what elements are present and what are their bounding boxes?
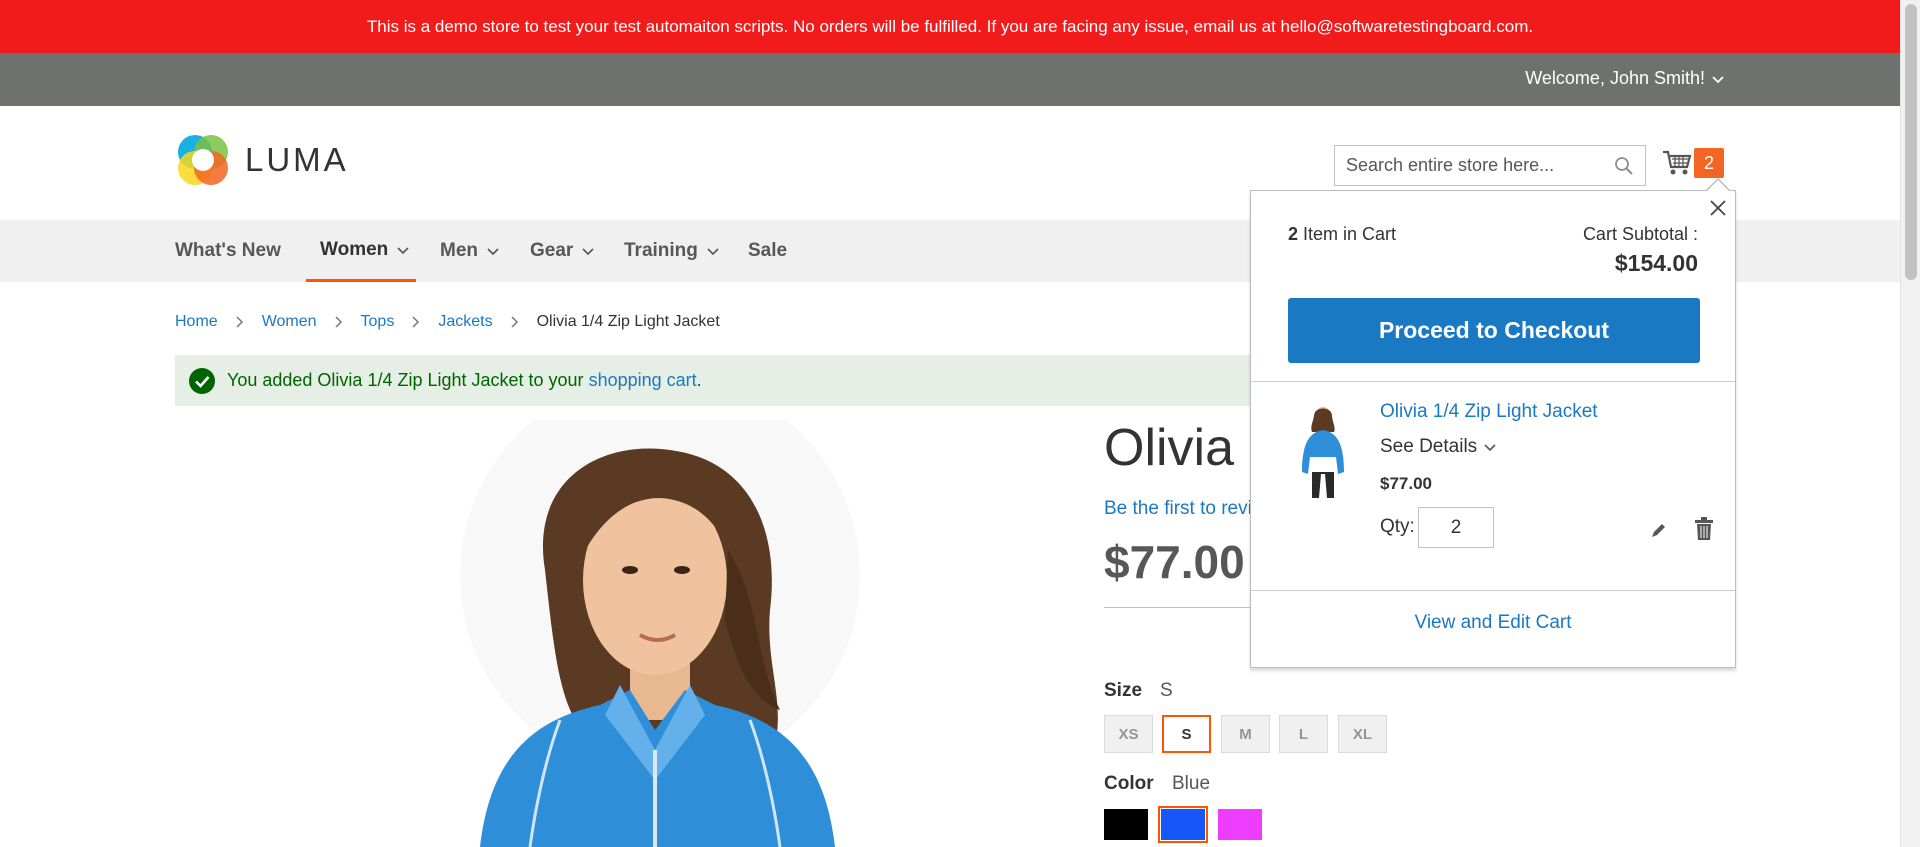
see-details-label: See Details — [1380, 436, 1478, 457]
minicart-count-label: Item in Cart — [1298, 224, 1397, 244]
page-scrollbar[interactable] — [1900, 0, 1920, 847]
review-link[interactable]: Be the first to revi — [1104, 498, 1252, 520]
product-main-image[interactable] — [330, 420, 990, 847]
nav-item-label: Training — [624, 240, 698, 261]
cart-icon[interactable] — [1662, 149, 1692, 177]
chevron-right-icon — [334, 315, 344, 329]
nav-item-men[interactable]: Men — [440, 220, 500, 282]
minicart-pointer-inner — [1707, 180, 1729, 191]
nav-item-women[interactable]: Women — [306, 220, 417, 282]
breadcrumb-women[interactable]: Women — [262, 313, 317, 331]
size-swatch-s[interactable]: S — [1162, 715, 1211, 753]
nav-item-label: Men — [440, 240, 478, 261]
color-label: Color — [1104, 773, 1154, 794]
cart-item-price: $77.00 — [1380, 474, 1432, 493]
color-swatch-blue[interactable] — [1158, 806, 1208, 843]
size-swatch-l[interactable]: L — [1279, 715, 1328, 753]
message-text: You added Olivia 1/4 Zip Light Jacket to… — [227, 370, 702, 391]
pencil-icon[interactable] — [1650, 521, 1668, 539]
top-header-bar: Welcome, John Smith! — [0, 53, 1900, 106]
view-and-edit-cart-link[interactable]: View and Edit Cart — [1251, 612, 1735, 634]
nav-item-label: Gear — [530, 240, 574, 261]
chevron-right-icon — [510, 315, 520, 329]
minicart-item-count: 2 Item in Cart — [1288, 224, 1396, 245]
nav-item-gear[interactable]: Gear — [530, 220, 595, 282]
divider — [1104, 607, 1264, 608]
cart-item-thumbnail[interactable] — [1288, 402, 1358, 502]
color-swatch-purple[interactable] — [1218, 809, 1262, 840]
chevron-down-icon — [397, 246, 409, 254]
color-selected-value: Blue — [1172, 773, 1211, 794]
cart-item-name-link[interactable]: Olivia 1/4 Zip Light Jacket — [1380, 401, 1598, 423]
breadcrumb-home[interactable]: Home — [175, 313, 218, 331]
scrollbar-thumb[interactable] — [1905, 4, 1917, 280]
nav-item-training[interactable]: Training — [624, 220, 720, 282]
success-message: You added Olivia 1/4 Zip Light Jacket to… — [175, 355, 1415, 406]
account-welcome-menu[interactable]: Welcome, John Smith! — [1525, 68, 1725, 89]
breadcrumb-jackets[interactable]: Jackets — [438, 313, 492, 331]
cart-subtotal-label: Cart Subtotal : — [1582, 224, 1698, 244]
chevron-down-icon — [582, 248, 594, 256]
search-box — [1334, 145, 1646, 186]
qty-label: Qty: — [1380, 516, 1415, 537]
welcome-text: Welcome, John Smith! — [1525, 68, 1705, 88]
size-label: Size — [1104, 680, 1143, 701]
search-icon[interactable] — [1614, 156, 1634, 176]
proceed-to-checkout-button[interactable]: Proceed to Checkout — [1288, 298, 1700, 363]
minicart-dropdown: 2 Item in Cart Cart Subtotal : $154.00 P… — [1250, 190, 1736, 668]
chevron-right-icon — [411, 315, 421, 329]
size-swatch-xl[interactable]: XL — [1338, 715, 1387, 753]
product-price: $77.00 — [1104, 536, 1245, 588]
luma-logo[interactable]: LUMA — [175, 132, 349, 188]
demo-store-banner: This is a demo store to test your test a… — [0, 0, 1900, 53]
logo-text: LUMA — [245, 141, 349, 178]
color-swatch-black[interactable] — [1104, 809, 1148, 840]
size-selected-value: S — [1160, 680, 1173, 701]
chevron-down-icon — [1712, 75, 1724, 83]
close-icon[interactable] — [1707, 197, 1729, 219]
cart-item-qty-input[interactable] — [1418, 507, 1494, 548]
nav-item-label: Women — [320, 238, 389, 260]
breadcrumb-current: Olivia 1/4 Zip Light Jacket — [536, 313, 720, 330]
checkmark-icon — [189, 367, 215, 394]
search-input[interactable] — [1335, 146, 1605, 185]
breadcrumb-tops[interactable]: Tops — [361, 313, 395, 331]
divider — [1251, 590, 1735, 591]
divider — [1251, 381, 1735, 382]
chevron-right-icon — [235, 315, 245, 329]
trash-icon[interactable] — [1694, 517, 1714, 541]
nav-item-label: Sale — [748, 240, 788, 261]
message-prefix: You added Olivia 1/4 Zip Light Jacket to… — [227, 370, 589, 390]
breadcrumb: Home Women Tops Jackets Olivia 1/4 Zip L… — [175, 313, 720, 331]
see-details-toggle[interactable]: See Details — [1380, 436, 1497, 458]
chevron-down-icon — [1484, 444, 1496, 452]
luma-logo-icon — [178, 135, 228, 185]
cart-subtotal-value: $154.00 — [1614, 250, 1698, 276]
size-swatch-m[interactable]: M — [1221, 715, 1270, 753]
shopping-cart-link[interactable]: shopping cart — [589, 370, 697, 390]
size-swatch-xs[interactable]: XS — [1104, 715, 1153, 753]
chevron-down-icon — [707, 248, 719, 256]
nav-item-sale[interactable]: Sale — [748, 220, 787, 282]
demo-banner-text: This is a demo store to test your test a… — [366, 16, 1534, 36]
message-suffix: . — [696, 370, 702, 390]
cart-count-badge[interactable]: 2 — [1694, 148, 1724, 178]
nav-item-label: What's New — [175, 240, 281, 261]
nav-item-whats-new[interactable]: What's New — [175, 220, 281, 282]
chevron-down-icon — [487, 248, 499, 256]
minicart-count-number: 2 — [1288, 224, 1299, 244]
